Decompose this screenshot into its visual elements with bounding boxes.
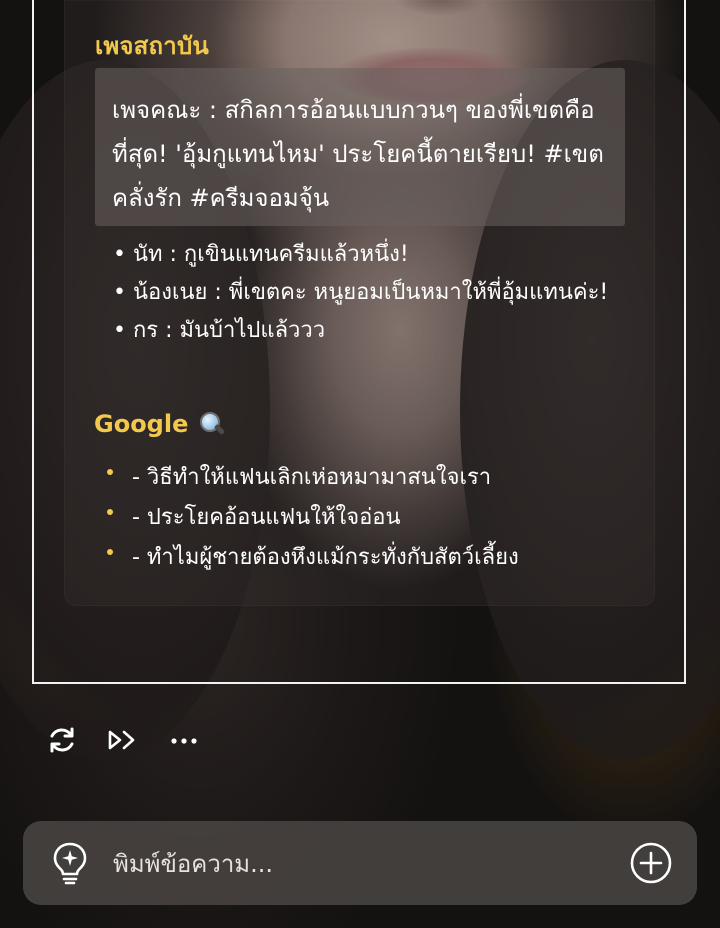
message-composer <box>23 821 697 905</box>
google-search-item: - วิธีทำให้แฟนเลิกเห่อหมามาสนใจเรา <box>104 458 519 498</box>
message-input[interactable] <box>111 843 605 885</box>
google-search-text: - ประโยคอ้อนแฟนให้ใจอ่อน <box>132 505 401 530</box>
google-search-item: - ทำไมผู้ชายต้องหึงแม้กระทั่งกับสัตว์เลี… <box>104 538 519 578</box>
bullet-dot-icon <box>107 469 113 475</box>
comment-item: • นัท : กูเขินแทนครีมแล้วหนึ่ง! <box>113 242 409 267</box>
google-search-text: - วิธีทำให้แฟนเลิกเห่อหมามาสนใจเรา <box>132 465 492 490</box>
magnifying-glass-icon <box>196 410 226 438</box>
regenerate-button[interactable] <box>44 722 80 758</box>
fast-forward-icon <box>108 730 135 750</box>
comment-item: • น้องเนย : พี่เขตคะ หนูยอมเป็นหมาให้พี่… <box>113 280 609 305</box>
more-options-button[interactable] <box>166 722 202 758</box>
more-dots-icon <box>171 738 197 744</box>
comment-list: • นัท : กูเขินแทนครีมแล้วหนึ่ง! • น้องเน… <box>113 236 613 350</box>
page-label: เพจสถาบัน <box>95 32 209 60</box>
hint-button[interactable] <box>51 841 89 885</box>
post-text: เพจคณะ : สกิลการอ้อนแบบกวนๆ ของพี่เขตคือ… <box>112 96 604 212</box>
regenerate-icon <box>50 727 74 753</box>
continue-button[interactable] <box>104 722 140 758</box>
comment-item: • กร : มันบ้าไปแล้ววว <box>113 318 326 343</box>
google-section-header: Google <box>94 410 226 438</box>
bullet-dot-icon <box>107 509 113 515</box>
bullet-dot-icon <box>107 549 113 555</box>
google-search-text: - ทำไมผู้ชายต้องหึงแม้กระทั่งกับสัตว์เลี… <box>132 545 519 570</box>
google-title: Google <box>94 410 189 438</box>
plus-circle-icon <box>630 842 672 884</box>
add-button[interactable] <box>629 841 673 885</box>
google-search-list: - วิธีทำให้แฟนเลิกเห่อหมามาสนใจเรา - ประ… <box>104 458 519 578</box>
lightbulb-icon <box>53 842 87 885</box>
google-search-item: - ประโยคอ้อนแฟนให้ใจอ่อน <box>104 498 519 538</box>
